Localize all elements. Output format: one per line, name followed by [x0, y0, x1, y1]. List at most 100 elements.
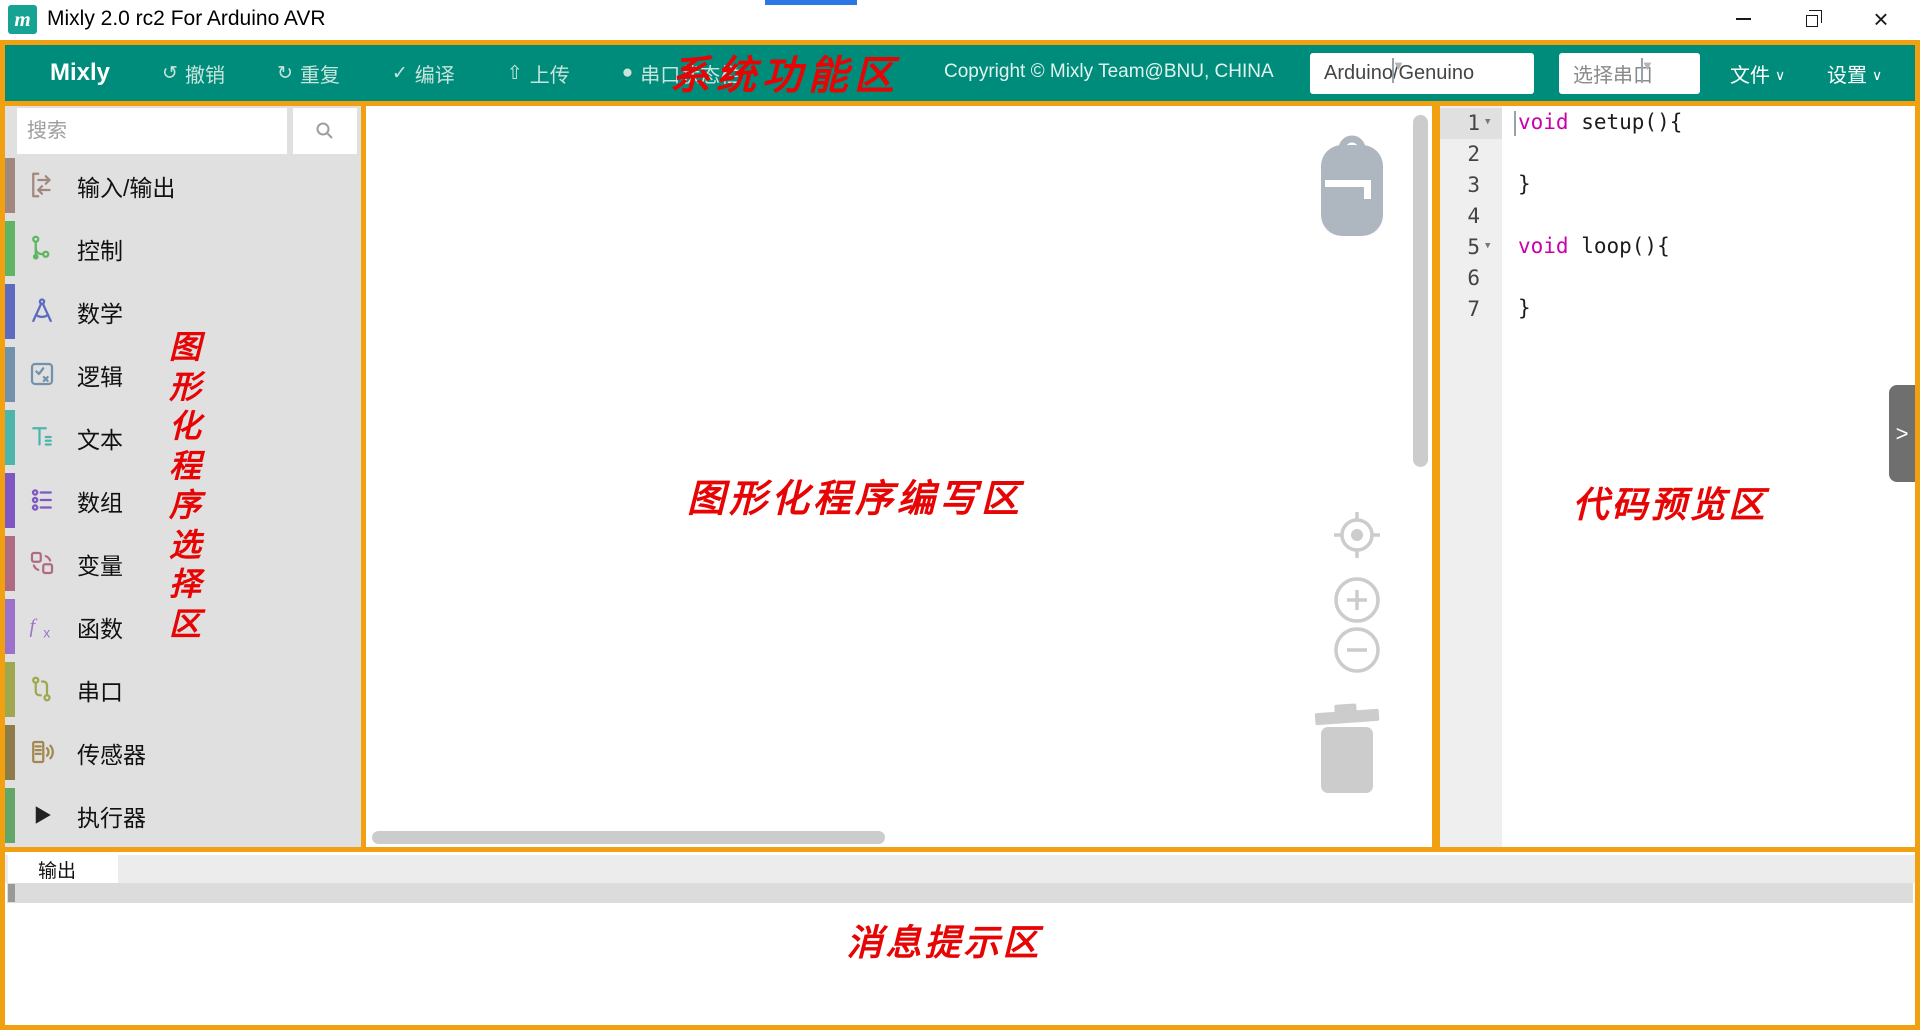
- code-line: 4: [1440, 201, 1915, 232]
- sidebar-item-array-list[interactable]: 数组: [5, 469, 361, 532]
- tab-output[interactable]: 输出: [8, 855, 118, 883]
- serial-status-dot-icon: ●: [622, 62, 633, 84]
- toolbar-button-undo[interactable]: ↺撤销: [162, 59, 225, 88]
- code-text: void loop(){: [1518, 234, 1670, 258]
- sidebar-item-serial-cable[interactable]: 串口: [5, 658, 361, 721]
- settings-menu[interactable]: 设置 ∨: [1827, 59, 1882, 88]
- category-label: 输入/输出: [77, 169, 175, 203]
- chevron-right-icon: >: [1896, 421, 1909, 447]
- board-select-value: Arduino/Genuino: [1324, 62, 1522, 85]
- zoom-in-icon[interactable]: [1334, 577, 1380, 623]
- sidebar-item-io[interactable]: 输入/输出: [5, 154, 361, 217]
- minimize-icon: [1736, 18, 1751, 20]
- zoom-reset-icon[interactable]: [1331, 509, 1383, 561]
- sidebar-item-function-fx[interactable]: fx函数: [5, 595, 361, 658]
- upload-icon: ⇧: [507, 62, 523, 85]
- variable-swap-icon: [27, 548, 57, 578]
- output-panel: 输出 消息提示区: [5, 852, 1915, 1025]
- chevron-down-icon: ▼: [1392, 58, 1394, 83]
- category-label: 传感器: [77, 736, 146, 770]
- sidebar-item-control-branch[interactable]: 控制: [5, 217, 361, 280]
- zoom-out-icon[interactable]: [1334, 627, 1380, 673]
- board-select[interactable]: Arduino/Genuino ▼: [1310, 53, 1534, 94]
- port-select[interactable]: 选择串口 ▼: [1559, 53, 1700, 94]
- category-color-bar: [5, 410, 15, 465]
- settings-menu-label: 设置: [1827, 59, 1867, 88]
- restore-button[interactable]: [1789, 0, 1835, 38]
- chevron-down-icon: ∨: [1775, 67, 1785, 84]
- close-icon: ×: [1873, 9, 1888, 29]
- logic-check-icon: [27, 359, 57, 389]
- output-scrollbar[interactable]: [7, 883, 1913, 903]
- category-label: 变量: [77, 547, 123, 581]
- code-line: 7}: [1440, 294, 1915, 325]
- toolbar-button-upload[interactable]: ⇧ 上传: [507, 59, 570, 88]
- annotation-code-preview-area: 代码预览区: [1572, 476, 1767, 528]
- search-input[interactable]: [17, 108, 287, 154]
- toolbar-button-serial-status-dot[interactable]: ● 串口状态栏: [622, 59, 740, 88]
- array-list-icon: [27, 485, 57, 515]
- category-color-bar: [5, 788, 15, 843]
- line-number: 2: [1440, 142, 1480, 166]
- output-tab-label: 输出: [38, 856, 76, 883]
- toolbar-button-label: 重复: [300, 59, 340, 88]
- sidebar-item-actuator-play[interactable]: 执行器: [5, 784, 361, 847]
- svg-text:x: x: [43, 625, 50, 640]
- fold-arrow-icon[interactable]: ▼: [1485, 241, 1490, 251]
- text-icon: [27, 422, 57, 452]
- svg-text:f: f: [30, 615, 38, 637]
- file-menu[interactable]: 文件 ∨: [1730, 59, 1785, 88]
- output-tabrow: 输出: [5, 855, 1915, 883]
- mixly-brand[interactable]: Mixly: [50, 59, 110, 87]
- code-line: 5 ▼ void loop(){: [1440, 232, 1915, 263]
- category-color-bar: [5, 221, 15, 276]
- close-button[interactable]: ×: [1858, 0, 1904, 38]
- vertical-scrollbar[interactable]: [1413, 115, 1428, 467]
- annotation-message-area: 消息提示区: [846, 914, 1041, 966]
- sidebar-item-sensor[interactable]: 传感器: [5, 721, 361, 784]
- panel-expander-button[interactable]: >: [1889, 385, 1915, 482]
- sidebar-item-variable-swap[interactable]: 变量: [5, 532, 361, 595]
- code-line: 1▼void setup(){: [1440, 108, 1915, 139]
- backpack-icon[interactable]: [1319, 133, 1385, 237]
- line-number: 6: [1440, 266, 1480, 290]
- blue-marker: [765, 0, 857, 5]
- category-label: 文本: [77, 421, 123, 455]
- serial-cable-icon: [27, 674, 57, 704]
- fold-arrow-icon[interactable]: ▼: [1485, 117, 1490, 127]
- category-color-bar: [5, 662, 15, 717]
- code-line: 2: [1440, 139, 1915, 170]
- block-workspace[interactable]: 图形化程序编写区: [366, 106, 1432, 847]
- toolbar-left-group: Mixly ↺撤销 ↻重复 ✓编译 ⇧ 上传 ● 串口状态栏: [5, 45, 740, 101]
- port-select-placeholder: 选择串口: [1573, 59, 1688, 88]
- category-color-bar: [5, 599, 15, 654]
- code-line: 6: [1440, 263, 1915, 294]
- restore-icon: [1806, 15, 1818, 27]
- horizontal-scrollbar[interactable]: [372, 831, 885, 844]
- minimize-button[interactable]: [1720, 0, 1766, 38]
- search-icon: [315, 121, 335, 141]
- file-menu-label: 文件: [1730, 59, 1770, 88]
- code-text: }: [1518, 296, 1531, 320]
- main-frame: Mixly ↺撤销↻重复✓编译⇧上传●串口状态栏 Copyright © Mix…: [0, 40, 1920, 1030]
- search-button[interactable]: [293, 108, 357, 154]
- toolbar-button-label: 上传: [530, 59, 570, 88]
- sidebar-item-logic-check[interactable]: 逻辑: [5, 343, 361, 406]
- sidebar-item-math-compass[interactable]: 数学: [5, 280, 361, 343]
- trash-icon[interactable]: [1311, 702, 1383, 797]
- control-branch-icon: [27, 233, 57, 263]
- window-title: Mixly 2.0 rc2 For Arduino AVR: [47, 7, 326, 31]
- toolbar-button-label: 串口状态栏: [640, 59, 740, 88]
- category-label: 串口: [77, 673, 123, 707]
- toolbar-button-label: 编译: [415, 59, 455, 88]
- line-number: 5: [1440, 235, 1480, 259]
- math-compass-icon: [27, 296, 57, 326]
- toolbar-button-redo[interactable]: ↻重复: [277, 59, 340, 88]
- line-number: 4: [1440, 204, 1480, 228]
- toolbar: Mixly ↺撤销↻重复✓编译⇧上传●串口状态栏 Copyright © Mix…: [5, 45, 1915, 101]
- output-scrollbar-thumb[interactable]: [8, 884, 15, 902]
- toolbar-button-compile-check[interactable]: ✓编译: [392, 59, 455, 88]
- sidebar-item-text[interactable]: 文本: [5, 406, 361, 469]
- line-number: 7: [1440, 297, 1480, 321]
- toolbar-button-label: 撤销: [185, 59, 225, 88]
